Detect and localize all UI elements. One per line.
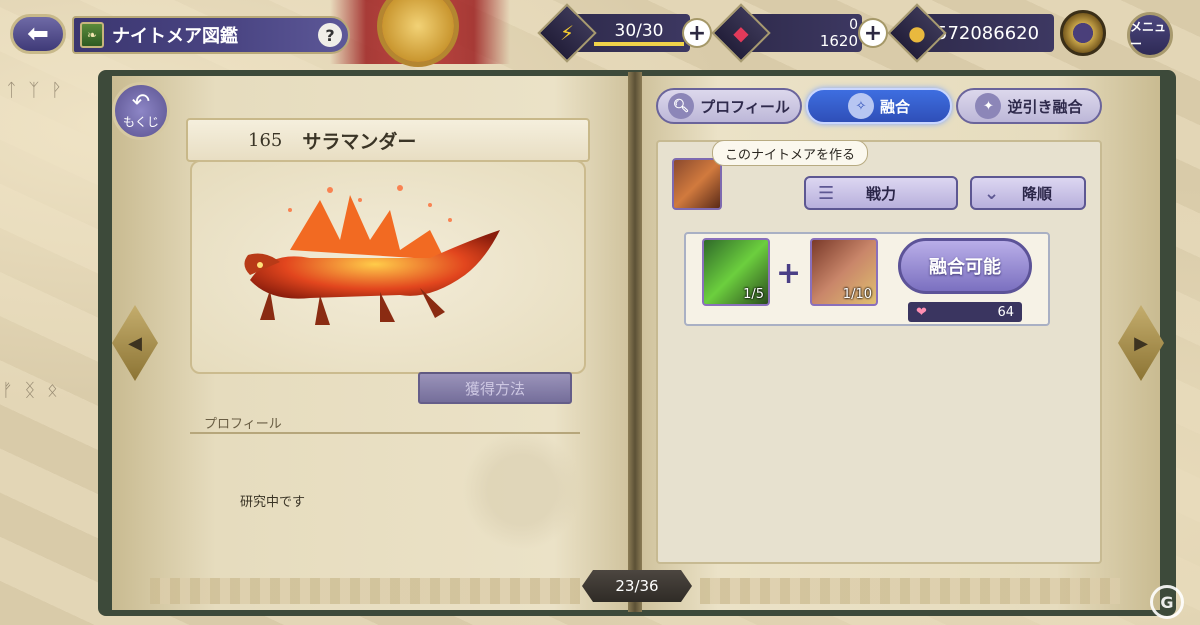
- fuse-button[interactable]: 融合可能: [898, 238, 1032, 294]
- left-page-border: [150, 578, 580, 604]
- gems-plus-button[interactable]: +: [860, 20, 886, 46]
- magnifier-icon: 🔍︎: [668, 93, 695, 119]
- sort-lines-icon: ☰: [818, 182, 835, 204]
- top-bar: ⬅ ❧ ナイトメア図鑑 ? 30/30 ⚡ + 0 1620 ◆ + 57208…: [0, 0, 1200, 64]
- tab-profile[interactable]: 🔍︎ プロフィール: [656, 88, 802, 124]
- help-button[interactable]: ?: [318, 23, 342, 47]
- emblem-watermark: [462, 430, 582, 550]
- stamina-value: 30/30: [614, 20, 664, 41]
- tab-fusion[interactable]: ✧ 融合: [806, 88, 952, 124]
- watermark-logo: G: [1150, 585, 1184, 619]
- book-spine: [628, 72, 642, 612]
- contents-label: もくじ: [122, 114, 159, 129]
- fusion-cost-value: 64: [997, 304, 1014, 320]
- tab-reverse-fusion-label: 逆引き融合: [1007, 97, 1083, 116]
- material-1-card[interactable]: 1/5: [702, 238, 770, 306]
- gear-icon[interactable]: [1060, 10, 1106, 56]
- reverse-fusion-icon: ✦: [975, 93, 1002, 119]
- acquire-method-button[interactable]: 獲得方法: [418, 372, 572, 404]
- profile-heading: プロフィール: [204, 417, 282, 432]
- salamander-illustration: [244, 185, 500, 325]
- material-2-count: 1/10: [842, 287, 872, 302]
- gold-coin-icon: ●: [887, 3, 947, 63]
- page-indicator: 23/36: [582, 570, 692, 602]
- gems-paid-value: 1620: [819, 31, 858, 50]
- create-tooltip: このナイトメアを作る: [712, 140, 869, 166]
- back-arrow-icon: ⬅: [27, 19, 49, 49]
- tab-fusion-label: 融合: [879, 97, 910, 116]
- page-title: ナイトメア図鑑: [112, 26, 238, 47]
- material-2-card[interactable]: 1/10: [810, 238, 878, 306]
- target-nightmare-thumbnail[interactable]: [672, 158, 722, 210]
- fusion-cost: ❤ 64: [908, 302, 1022, 322]
- material-1-count: 1/5: [743, 287, 764, 302]
- menu-button[interactable]: メニュー: [1127, 12, 1173, 58]
- sort-by-label: 戦力: [865, 184, 896, 203]
- back-button[interactable]: ⬅: [10, 14, 66, 54]
- profile-text: 研究中です: [240, 495, 306, 510]
- stamina-plus-button[interactable]: +: [684, 20, 710, 46]
- tab-profile-label: プロフィール: [700, 97, 790, 116]
- background-script-decoration-2: ᚠ ᛝ ᛟ: [2, 380, 61, 401]
- name-plate: 165 サラマンダー: [186, 118, 590, 162]
- nightmare-name: サラマンダー: [302, 130, 417, 153]
- return-arrow-icon: ↶: [131, 89, 151, 115]
- sort-order-label: 降順: [1021, 184, 1052, 203]
- gem-icon: ◆: [711, 3, 771, 63]
- chevron-down-icon: ⌄: [984, 182, 1000, 204]
- chevron-left-icon: ◀: [128, 332, 142, 354]
- stamina-bar: [594, 41, 684, 46]
- chevron-right-icon: ▶: [1134, 332, 1148, 354]
- plus-sign: +: [776, 256, 802, 291]
- nightmare-number: 165: [248, 129, 283, 151]
- gold-value: 572086620: [936, 22, 1040, 44]
- contents-button[interactable]: ↶ もくじ: [112, 82, 170, 140]
- lightning-icon: ⚡: [537, 3, 597, 63]
- book-icon: ❧: [80, 22, 104, 48]
- sort-order-button[interactable]: ⌄ 降順: [970, 176, 1086, 210]
- fusion-icon: ✧: [847, 93, 874, 119]
- background-script-decoration: ᛏ ᛉ ᚹ: [6, 80, 65, 101]
- right-page-border: [700, 578, 1120, 604]
- title-bar: ❧ ナイトメア図鑑 ?: [72, 16, 350, 54]
- sort-by-button[interactable]: ☰ 戦力: [804, 176, 958, 210]
- gems-free-value: 0: [849, 16, 858, 33]
- heart-icon: ❤: [916, 304, 927, 320]
- tab-reverse-fusion[interactable]: ✦ 逆引き融合: [956, 88, 1102, 124]
